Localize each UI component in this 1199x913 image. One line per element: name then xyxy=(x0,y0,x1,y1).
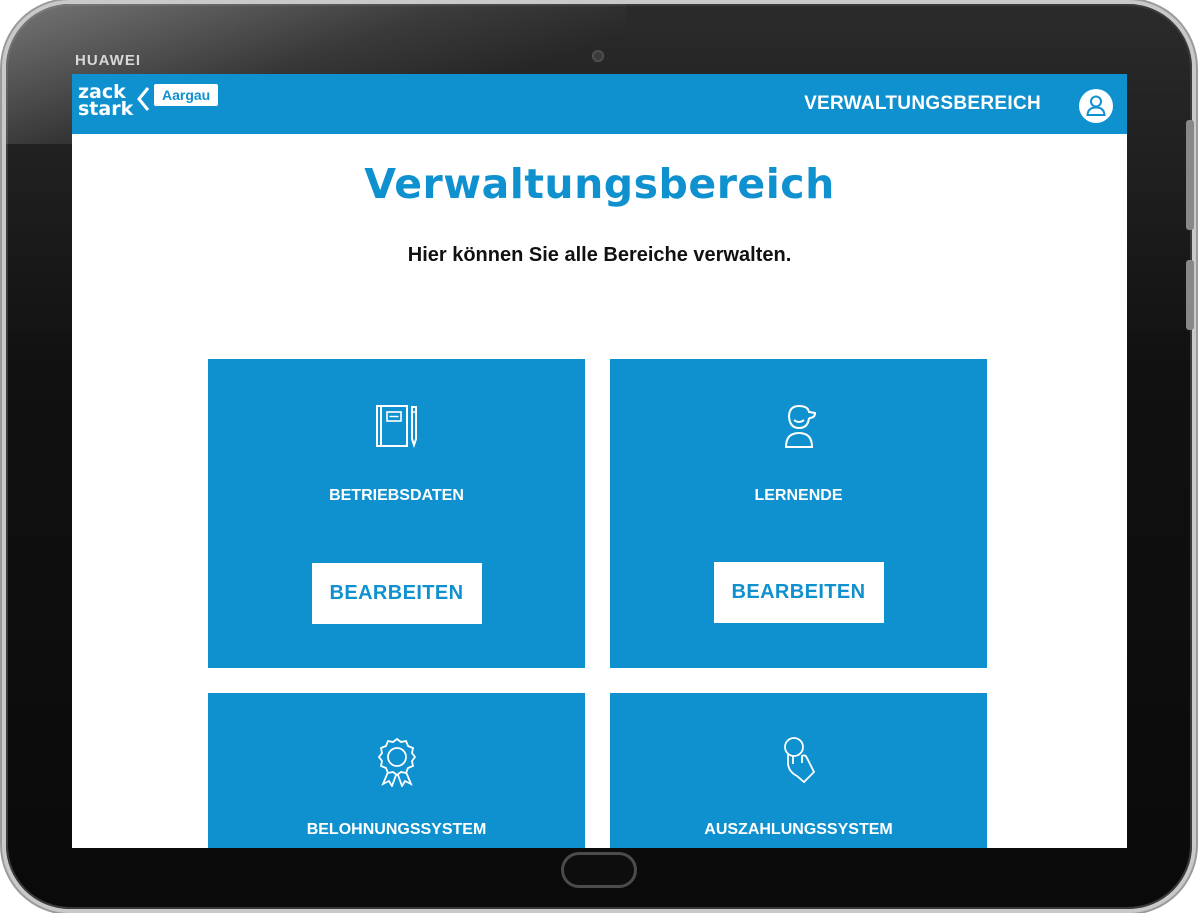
home-button[interactable] xyxy=(561,852,637,888)
card-belohnungssystem: BELOHNUNGSSYSTEM xyxy=(208,693,585,848)
front-camera xyxy=(592,50,604,62)
hand-coin-icon xyxy=(783,737,815,784)
card-label-lernende: LERNENDE xyxy=(754,487,843,504)
page-title: Verwaltungsbereich xyxy=(364,160,835,208)
card-auszahlungssystem: AUSZAHLUNGSSYSTEM xyxy=(610,693,987,848)
award-rosette-icon xyxy=(377,737,416,787)
bearbeiten-button-betriebsdaten[interactable]: BEARBEITEN xyxy=(311,563,482,624)
card-lernende: LERNENDE BEARBEITEN xyxy=(610,359,987,668)
device-brand: HUAWEI xyxy=(75,52,141,69)
app-screen: zack stark Aargau VERWALTUNGSBEREICH Ver… xyxy=(72,74,1127,848)
logo-region-badge: Aargau xyxy=(154,84,219,106)
card-betriebsdaten: BETRIEBSDATEN BEARBEITEN xyxy=(208,359,585,668)
logo-word-stark: stark xyxy=(78,98,134,120)
nav-verwaltungsbereich-link[interactable]: VERWALTUNGSBEREICH xyxy=(804,93,1041,115)
app-logo[interactable]: zack stark Aargau xyxy=(78,83,228,126)
page-subtitle: Hier können Sie alle Bereiche verwalten. xyxy=(407,244,792,266)
notebook-pencil-icon xyxy=(375,405,417,449)
top-navigation-bar: zack stark Aargau VERWALTUNGSBEREICH xyxy=(72,74,1127,134)
logo-chevron-icon xyxy=(137,87,150,111)
tablet-power-button xyxy=(1186,260,1194,330)
card-label-auszahlungssystem: AUSZAHLUNGSSYSTEM xyxy=(704,821,893,838)
tablet-volume-button xyxy=(1186,120,1194,230)
student-cap-icon xyxy=(784,404,816,448)
card-label-betriebsdaten: BETRIEBSDATEN xyxy=(329,487,464,504)
user-profile-icon[interactable] xyxy=(1079,89,1113,123)
bearbeiten-button-lernende[interactable]: BEARBEITEN xyxy=(713,562,884,623)
card-label-belohnungssystem: BELOHNUNGSSYSTEM xyxy=(306,821,487,838)
